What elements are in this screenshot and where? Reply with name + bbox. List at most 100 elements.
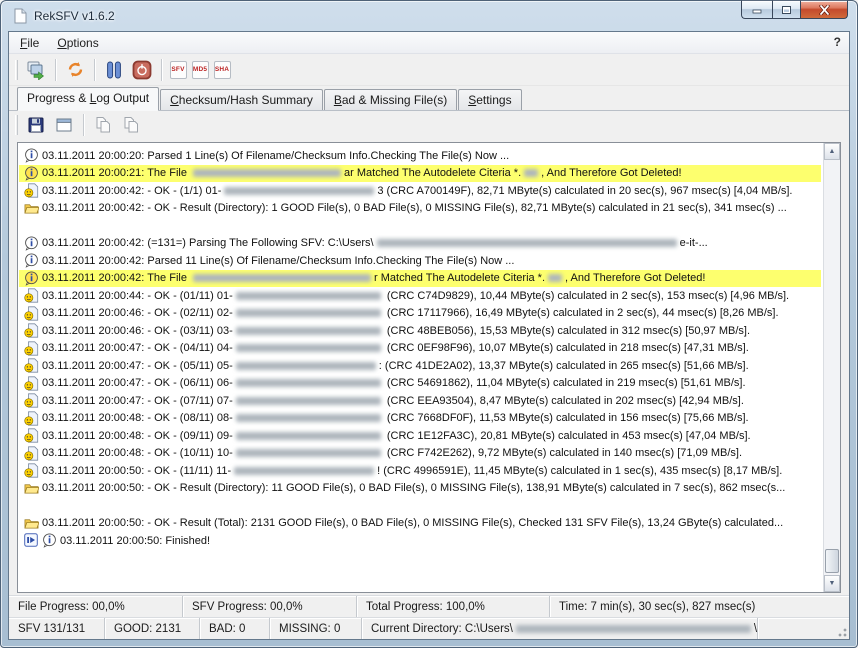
- stop-button[interactable]: [128, 57, 156, 83]
- refresh-button[interactable]: [61, 57, 89, 83]
- text: SFV Progress: 00,0%: [192, 601, 303, 613]
- redacted-text: [236, 362, 376, 370]
- log-row: 03.11.2011 20:00:47: - OK - (04/11) 04- …: [19, 340, 821, 358]
- scan-button[interactable]: [22, 57, 50, 83]
- redacted-text: [236, 432, 381, 440]
- menu-options[interactable]: Options: [48, 34, 107, 52]
- toolbar-separator: [161, 59, 162, 81]
- file-ok-icon: [24, 463, 39, 478]
- info-icon: [24, 253, 39, 268]
- log-row: 03.11.2011 20:00:46: - OK - (02/11) 02- …: [19, 305, 821, 323]
- log-row-blank: [19, 497, 821, 515]
- toolbar-separator: [83, 114, 84, 136]
- create-sfv-button[interactable]: SFV: [167, 57, 189, 83]
- text: GOOD: 2131: [114, 623, 181, 635]
- copy-log-button[interactable]: [89, 112, 117, 138]
- log-scrollbar[interactable]: ▲ ▼: [823, 143, 840, 592]
- scroll-up-button[interactable]: ▲: [824, 143, 840, 160]
- text: 03.11.2011 20:00:42: - OK - (1/1) 01-: [42, 185, 221, 197]
- text: 03.11.2011 20:00:50: - OK - Result (Tota…: [42, 517, 783, 529]
- menu-file[interactable]: File: [11, 34, 48, 52]
- help-menu[interactable]: ?: [834, 35, 841, 49]
- tab-checksum-hash-summary[interactable]: Checksum/Hash Summary: [160, 89, 323, 110]
- text: , And Therefore Got Deleted!: [541, 167, 681, 179]
- copy-selection-button[interactable]: [117, 112, 145, 138]
- scroll-down-button[interactable]: ▼: [824, 575, 840, 592]
- redacted-text: [236, 379, 381, 387]
- tab-strip: Progress & Log OutputChecksum/Hash Summa…: [9, 86, 849, 111]
- log-row: 03.11.2011 20:00:48: - OK - (08/11) 08- …: [19, 410, 821, 428]
- text: 03.11.2011 20:00:42: - OK - Result (Dire…: [42, 202, 787, 214]
- create-md5-button[interactable]: MD5: [189, 57, 211, 83]
- folder-icon: [24, 481, 39, 496]
- text: e-it-...: [680, 237, 708, 249]
- text: 03.11.2011 20:00:20: Parsed 1 Line(s) Of…: [42, 150, 509, 162]
- log-row: 03.11.2011 20:00:48: - OK - (10/11) 10- …: [19, 445, 821, 463]
- text: : (CRC 41DE2A02), 13,37 MByte(s) calcula…: [379, 360, 749, 372]
- tab-bad-missing-file-s[interactable]: Bad & Missing File(s): [324, 89, 457, 110]
- status-segment: GOOD: 2131: [105, 618, 200, 639]
- log-row: 03.11.2011 20:00:50: - OK - Result (Tota…: [19, 515, 821, 533]
- play-icon: [24, 533, 39, 548]
- text: ! (CRC 4996591E), 11,45 MByte(s) calcula…: [377, 465, 782, 477]
- tab-settings[interactable]: Settings: [458, 89, 521, 110]
- text: 03.11.2011 20:00:44: - OK - (01/11) 01-: [42, 290, 233, 302]
- status-segment: Current Directory: C:\Users\\: [362, 618, 758, 639]
- pause-icon: [104, 60, 124, 80]
- redacted-text: [234, 467, 374, 475]
- text: (CRC C74D9829), 10,44 MByte(s) calculate…: [384, 290, 789, 302]
- redacted-text: [236, 327, 381, 335]
- create-sha-button[interactable]: SHA: [211, 57, 233, 83]
- scroll-thumb[interactable]: [825, 549, 839, 573]
- sha-file-icon: SHA: [214, 61, 231, 79]
- pause-button[interactable]: [100, 57, 128, 83]
- text: 03.11.2011 20:00:46: - OK - (02/11) 02-: [42, 307, 233, 319]
- text: (CRC 7668DF0F), 11,53 MByte(s) calculate…: [384, 412, 749, 424]
- info-icon: [42, 533, 57, 548]
- minimize-button[interactable]: [741, 0, 772, 19]
- file-ok-icon: [24, 358, 39, 373]
- md5-file-icon: MD5: [192, 61, 209, 79]
- text: r Matched The Autodelete Citeria *.: [374, 272, 545, 284]
- copy-icon: [94, 116, 112, 134]
- log-row: 03.11.2011 20:00:48: - OK - (09/11) 09- …: [19, 427, 821, 445]
- resize-grip[interactable]: [835, 625, 847, 637]
- tab-progress-log-output[interactable]: Progress & Log Output: [17, 87, 159, 111]
- file-ok-icon: [24, 341, 39, 356]
- status-segment: SFV Progress: 00,0%: [183, 596, 357, 617]
- log-row: 03.11.2011 20:00:42: Parsed 11 Line(s) O…: [19, 252, 821, 270]
- stop-icon: [132, 60, 152, 80]
- text: 03.11.2011 20:00:47: - OK - (04/11) 04-: [42, 342, 233, 354]
- status-segment: SFV 131/131: [9, 618, 105, 639]
- main-toolbar: SFV MD5 SHA: [9, 54, 849, 86]
- log-output[interactable]: 03.11.2011 20:00:20: Parsed 1 Line(s) Of…: [17, 142, 841, 593]
- new-window-button[interactable]: [50, 112, 78, 138]
- status-segment: Time: 7 min(s), 30 sec(s), 827 msec(s): [550, 596, 849, 617]
- log-toolbar: [9, 111, 849, 139]
- maximize-button[interactable]: [772, 0, 801, 19]
- warning-icon: [24, 271, 39, 286]
- status-segment: MISSING: 0: [270, 618, 362, 639]
- file-ok-icon: [24, 411, 39, 426]
- save-log-button[interactable]: [22, 112, 50, 138]
- window-title: RekSFV v1.6.2: [34, 9, 115, 23]
- redacted-text: [377, 239, 677, 247]
- warning-icon: [24, 166, 39, 181]
- log-row: 03.11.2011 20:00:42: (=131=) Parsing The…: [19, 235, 821, 253]
- log-row: 03.11.2011 20:00:42: - OK - (1/1) 01-3 (…: [19, 182, 821, 200]
- redacted-text: [193, 274, 371, 282]
- file-ok-icon: [24, 183, 39, 198]
- redacted-text: [236, 414, 381, 422]
- text: ar Matched The Autodelete Citeria *.: [344, 167, 521, 179]
- text: (CRC F742E262), 9,72 MByte(s) calculated…: [384, 447, 742, 459]
- log-row: 03.11.2011 20:00:50: - OK - (11/11) 11-!…: [19, 462, 821, 480]
- close-button[interactable]: [801, 0, 848, 19]
- status-segment: Total Progress: 100,0%: [357, 596, 550, 617]
- titlebar: RekSFV v1.6.2: [1, 1, 857, 31]
- file-ok-icon: [24, 376, 39, 391]
- log-row: 03.11.2011 20:00:46: - OK - (03/11) 03- …: [19, 322, 821, 340]
- info-icon: [24, 236, 39, 251]
- file-ok-icon: [24, 288, 39, 303]
- text: 03.11.2011 20:00:42: The File: [42, 272, 190, 284]
- folder-icon: [24, 516, 39, 531]
